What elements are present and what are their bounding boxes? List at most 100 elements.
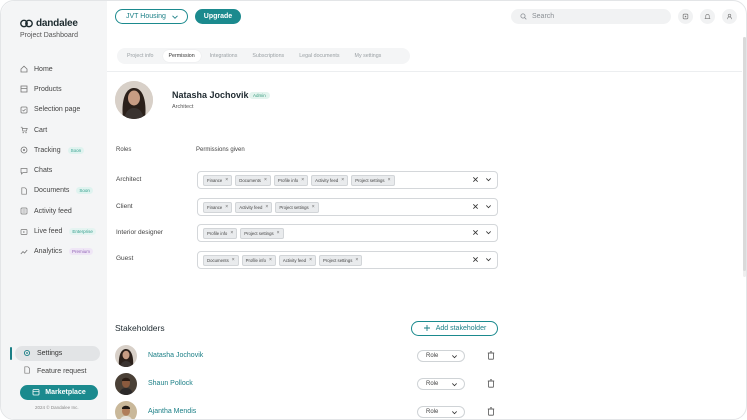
- chevron-down-icon[interactable]: [485, 203, 492, 210]
- role-label: Architect: [116, 176, 142, 183]
- permissions-multiselect[interactable]: Finance × Activity feed × Project settings…: [197, 198, 498, 216]
- role-select[interactable]: Role: [417, 406, 465, 418]
- remove-icon[interactable]: ×: [309, 257, 312, 263]
- permission-chip[interactable]: Finance ×: [203, 174, 233, 186]
- tab-subscriptions[interactable]: Subscriptions: [246, 50, 290, 62]
- profile-button[interactable]: [722, 9, 737, 24]
- remove-icon[interactable]: ×: [225, 204, 228, 210]
- permission-chip[interactable]: Profile info ×: [203, 227, 238, 239]
- permission-chip[interactable]: Activity feed ×: [235, 201, 273, 213]
- add-stakeholder-button[interactable]: Add stakeholder: [411, 321, 498, 336]
- role-select[interactable]: Role: [417, 350, 465, 362]
- sidebar-item-feature-request[interactable]: Feature request: [23, 366, 86, 376]
- products-icon: [20, 85, 28, 93]
- clear-icon[interactable]: [472, 256, 479, 263]
- clear-icon[interactable]: [472, 203, 479, 210]
- permission-chip[interactable]: Activity feed ×: [311, 174, 349, 186]
- remove-icon[interactable]: ×: [269, 257, 272, 263]
- sidebar-item-label: Chats: [34, 167, 53, 175]
- premium-tag: Premium: [69, 248, 94, 256]
- sidebar: dandalee Project Dashboard Home Products…: [1, 1, 107, 419]
- role-select-value: Role: [426, 381, 439, 387]
- search-input[interactable]: Search: [511, 9, 671, 24]
- profile-name: Natasha Jochovik: [172, 90, 249, 100]
- remove-icon[interactable]: ×: [388, 177, 391, 183]
- stakeholder-row: Natasha Jochovik Role: [115, 345, 500, 367]
- tab-integrations[interactable]: Integrations: [204, 50, 244, 62]
- sidebar-item-live-feed[interactable]: Live feed Enterprise: [20, 221, 105, 241]
- chevron-down-icon[interactable]: [485, 176, 492, 183]
- sidebar-item-tracking[interactable]: Tracking Soon: [20, 140, 105, 160]
- trash-icon[interactable]: [487, 407, 495, 416]
- remove-icon[interactable]: ×: [312, 204, 315, 210]
- remove-icon[interactable]: ×: [301, 177, 304, 183]
- permissions-multiselect[interactable]: Documents × Profile info × Activity feed × …: [197, 251, 498, 269]
- help-button[interactable]: [678, 9, 693, 24]
- role-select-value: Role: [426, 409, 439, 415]
- chip-label: Finance: [207, 177, 223, 183]
- chip-label: Project settings: [244, 230, 274, 236]
- roles-header: Roles: [116, 147, 132, 153]
- remove-icon[interactable]: ×: [355, 257, 358, 263]
- chip-label: Activity feed: [282, 257, 307, 263]
- tracking-icon: [20, 146, 28, 154]
- sidebar-item-cart[interactable]: Cart: [20, 120, 105, 140]
- stakeholder-name[interactable]: Natasha Jochovik: [148, 352, 203, 359]
- chevron-down-icon[interactable]: [485, 256, 492, 263]
- remove-icon[interactable]: ×: [225, 177, 228, 183]
- permissions-multiselect[interactable]: Finance × Documents × Profile info × Activi…: [197, 171, 498, 189]
- sidebar-item-home[interactable]: Home: [20, 59, 105, 79]
- chevron-down-icon[interactable]: [485, 229, 492, 236]
- user-icon: [727, 13, 732, 20]
- permission-chip[interactable]: Project settings ×: [275, 201, 319, 213]
- permission-chip[interactable]: Profile info ×: [241, 254, 276, 266]
- remove-icon[interactable]: ×: [277, 230, 280, 236]
- soon-tag: Soon: [76, 187, 93, 195]
- sidebar-item-activity-feed[interactable]: Activity feed: [20, 201, 105, 221]
- permissions-multiselect[interactable]: Profile info × Project settings ×: [197, 224, 498, 242]
- role-select[interactable]: Role: [417, 378, 465, 390]
- shield-icon: [682, 13, 689, 20]
- remove-icon[interactable]: ×: [264, 177, 267, 183]
- sidebar-nav: Home Products Selection page Cart Tracki…: [20, 59, 105, 262]
- project-select[interactable]: JVT Housing: [115, 9, 188, 24]
- tab-my-settings[interactable]: My settings: [349, 50, 388, 62]
- permission-chip[interactable]: Project settings ×: [351, 174, 395, 186]
- trash-icon[interactable]: [487, 379, 495, 388]
- scrollbar-thumb[interactable]: [743, 37, 746, 271]
- trash-icon[interactable]: [487, 351, 495, 360]
- sidebar-item-documents[interactable]: Documents Soon: [20, 181, 105, 201]
- stakeholder-name[interactable]: Shaun Pollock: [148, 380, 193, 387]
- tab-project-info[interactable]: Project info: [121, 50, 160, 62]
- permission-chip[interactable]: Documents ×: [203, 254, 239, 266]
- sidebar-item-settings[interactable]: Settings: [15, 346, 100, 361]
- permission-chip[interactable]: Project settings ×: [240, 227, 284, 239]
- logo[interactable]: dandalee: [20, 18, 78, 29]
- logo-text: dandalee: [36, 18, 78, 29]
- avatar: [115, 401, 137, 419]
- tab-permission[interactable]: Permission: [162, 50, 201, 62]
- sidebar-item-selection-page[interactable]: Selection page: [20, 100, 105, 120]
- sidebar-item-products[interactable]: Products: [20, 79, 105, 99]
- chip-label: Project settings: [322, 257, 353, 263]
- clear-icon[interactable]: [472, 176, 479, 183]
- clear-icon[interactable]: [472, 229, 479, 236]
- permission-chip[interactable]: Finance ×: [203, 201, 233, 213]
- remove-icon[interactable]: ×: [341, 177, 344, 183]
- remove-icon[interactable]: ×: [265, 204, 268, 210]
- marketplace-button[interactable]: Marketplace: [20, 385, 98, 400]
- permission-chip[interactable]: Project settings ×: [318, 254, 363, 266]
- permission-chip[interactable]: Activity feed ×: [278, 254, 316, 266]
- stakeholder-name[interactable]: Ajantha Mendis: [148, 408, 196, 415]
- stakeholder-row: Shaun Pollock Role: [115, 373, 500, 395]
- permission-chip[interactable]: Profile info ×: [273, 174, 309, 186]
- remove-icon[interactable]: ×: [232, 257, 235, 263]
- chat-icon: [20, 167, 28, 175]
- sidebar-item-chats[interactable]: Chats: [20, 160, 105, 180]
- notifications-button[interactable]: [700, 9, 715, 24]
- tab-legal-documents[interactable]: Legal documents: [293, 50, 345, 62]
- remove-icon[interactable]: ×: [230, 230, 233, 236]
- permission-chip[interactable]: Documents ×: [235, 174, 271, 186]
- upgrade-button[interactable]: Upgrade: [195, 9, 241, 24]
- sidebar-item-analytics[interactable]: Analytics Premium: [20, 242, 105, 262]
